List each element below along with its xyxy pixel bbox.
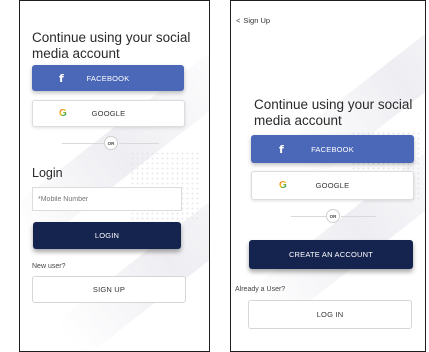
divider-line-left xyxy=(291,216,326,217)
or-badge: OR xyxy=(326,209,340,223)
or-badge: OR xyxy=(104,136,118,150)
google-button[interactable]: G GOOGLE xyxy=(32,100,185,127)
google-label: GOOGLE xyxy=(315,181,350,190)
google-label: GOOGLE xyxy=(91,109,126,118)
divider-line-right xyxy=(341,216,376,217)
already-user-text: Already a User? xyxy=(235,286,286,293)
login-screen: Continue using your social media account… xyxy=(19,0,210,352)
login-button[interactable]: LOGIN xyxy=(33,222,181,249)
facebook-label: FACEBOOK xyxy=(86,73,130,83)
social-heading: Continue using your social media account xyxy=(32,30,191,61)
signup-screen: < Sign Up Continue using your social med… xyxy=(230,0,426,352)
back-link[interactable]: < Sign Up xyxy=(236,16,270,25)
facebook-label: FACEBOOK xyxy=(311,144,354,154)
divider-line-left xyxy=(62,143,104,144)
login-title: Login xyxy=(32,166,63,180)
facebook-button[interactable]: f FACEBOOK xyxy=(32,65,184,91)
mobile-number-input[interactable] xyxy=(32,187,182,211)
divider-line-right xyxy=(119,143,159,144)
new-user-text: New user? xyxy=(32,263,66,270)
back-label: Sign Up xyxy=(243,16,271,25)
signup-button[interactable]: SIGN UP xyxy=(32,276,186,303)
social-heading: Continue using your social media account xyxy=(254,97,413,128)
login-button[interactable]: LOG IN xyxy=(248,300,412,329)
chevron-left-icon: < xyxy=(236,16,241,25)
facebook-button[interactable]: f FACEBOOK xyxy=(251,135,414,163)
background-stripe xyxy=(55,149,209,351)
create-account-button[interactable]: CREATE AN ACCOUNT xyxy=(249,240,413,269)
google-button[interactable]: G GOOGLE xyxy=(251,171,414,200)
